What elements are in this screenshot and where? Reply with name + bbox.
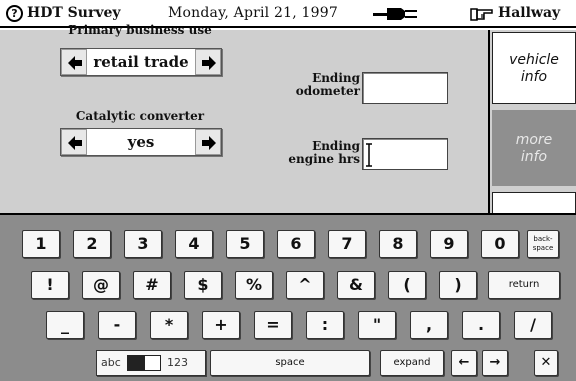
arrow-right-icon [202,136,216,150]
expand-key[interactable]: expand [380,350,444,376]
catalytic-converter-stepper: yes [60,128,222,156]
key-underscore[interactable]: _ [46,311,84,339]
return-key[interactable]: return [488,271,560,299]
catalytic-converter-prev-button[interactable] [61,129,87,155]
key-quote[interactable]: " [358,311,396,339]
key-caret[interactable]: ^ [286,271,324,299]
key-0[interactable]: 0 [481,230,519,258]
tab-more-info-line1: more [515,132,553,148]
tab-blank[interactable] [492,192,576,213]
backspace-key[interactable]: back- space [527,230,559,258]
primary-business-stepper: retail trade [60,48,222,76]
tab-vehicle-info-line1: vehicle [509,52,559,68]
key-period[interactable]: . [462,311,500,339]
key-comma[interactable]: , [410,311,448,339]
key-at[interactable]: @ [82,271,120,299]
key-1[interactable]: 1 [22,230,60,258]
text-cursor-icon [366,143,372,167]
key-colon[interactable]: : [306,311,344,339]
key-dollar[interactable]: $ [184,271,222,299]
arrow-right-icon [202,56,216,70]
mode-switch-knob [128,356,145,370]
catalytic-converter-label: Catalytic converter [75,109,205,123]
key-close-paren[interactable]: ) [439,271,477,299]
key-4[interactable]: 4 [175,230,213,258]
ending-engine-hrs-input[interactable] [362,138,448,170]
key-open-paren[interactable]: ( [388,271,426,299]
key-minus[interactable]: - [98,311,136,339]
arrow-left-icon [68,56,82,70]
key-plus[interactable]: + [202,311,240,339]
arrow-left-key[interactable]: ← [451,350,477,376]
ending-engine-hrs-label: Ending engine hrs [272,140,360,166]
space-key[interactable]: space [210,350,370,376]
power-plug-icon [373,8,417,20]
key-percent[interactable]: % [235,271,273,299]
primary-business-prev-button[interactable] [61,49,87,75]
pointing-hand-icon [470,8,493,21]
arrow-right-key[interactable]: → [482,350,508,376]
app-title: HDT Survey [27,5,121,21]
destination-label[interactable]: Hallway [498,5,560,21]
mode-switch [127,355,161,371]
tab-vehicle-info[interactable]: vehicle info [492,32,576,104]
ending-odometer-label-line2: odometer [295,84,360,98]
key-ampersand[interactable]: & [337,271,375,299]
date-display: Monday, April 21, 1997 [168,5,338,21]
key-9[interactable]: 9 [430,230,468,258]
tab-column: vehicle info more info [488,30,576,213]
backspace-key-line1: back- [533,235,553,243]
help-icon[interactable]: ? [6,5,23,22]
catalytic-converter-next-button[interactable] [195,129,221,155]
ending-odometer-input[interactable] [362,72,448,104]
keyboard-mode-toggle[interactable]: abc 123 [96,350,206,376]
key-slash[interactable]: / [514,311,552,339]
on-screen-keyboard: 1 2 3 4 5 6 7 8 9 0 back- space ! @ # $ … [0,213,576,381]
key-6[interactable]: 6 [277,230,315,258]
key-2[interactable]: 2 [73,230,111,258]
primary-business-value: retail trade [93,53,189,71]
mode-abc-label: abc [101,356,121,369]
tab-more-info[interactable]: more info [492,110,576,186]
key-5[interactable]: 5 [226,230,264,258]
form-area: Primary business use retail trade Cataly… [0,23,488,213]
key-3[interactable]: 3 [124,230,162,258]
key-asterisk[interactable]: * [150,311,188,339]
tab-vehicle-info-line2: info [520,69,548,85]
close-keyboard-button[interactable]: ✕ [534,350,558,376]
mode-123-label: 123 [167,356,188,369]
backspace-key-line2: space [532,244,554,252]
catalytic-converter-value: yes [127,133,155,151]
key-7[interactable]: 7 [328,230,366,258]
ending-engine-hrs-label-line2: engine hrs [288,152,360,166]
key-8[interactable]: 8 [379,230,417,258]
key-hash[interactable]: # [133,271,171,299]
arrow-left-icon [68,136,82,150]
key-exclamation[interactable]: ! [31,271,69,299]
ending-odometer-label: Ending odometer [280,72,360,98]
primary-business-next-button[interactable] [195,49,221,75]
key-equals[interactable]: = [254,311,292,339]
primary-business-label: Primary business use [68,23,212,37]
tab-more-info-line2: info [520,149,548,165]
